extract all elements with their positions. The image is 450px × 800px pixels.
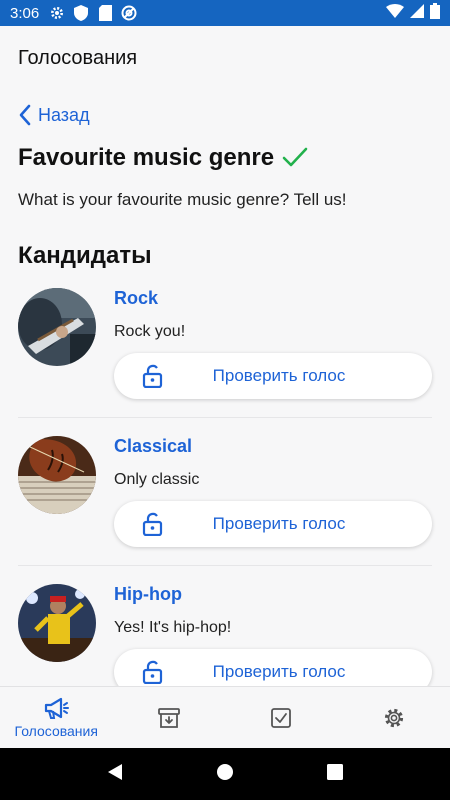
battery-icon bbox=[430, 3, 440, 23]
unlock-icon bbox=[142, 660, 166, 684]
archive-icon bbox=[157, 707, 180, 728]
megaphone-icon bbox=[45, 697, 70, 719]
poll-title: Favourite music genre bbox=[18, 144, 275, 171]
candidate-name: Rock bbox=[114, 288, 159, 308]
unlock-icon bbox=[142, 512, 166, 536]
candidate-avatar bbox=[18, 288, 96, 366]
status-bar: 3:06 bbox=[0, 0, 450, 26]
back-triangle-icon[interactable] bbox=[106, 763, 124, 786]
poll-description: What is your favourite music genre? Tell… bbox=[18, 190, 347, 209]
nav-label-votes: Голосования bbox=[14, 722, 98, 739]
nav-item-votes[interactable]: Голосования bbox=[0, 687, 113, 748]
candidate-name: Classical bbox=[114, 436, 193, 456]
candidates-heading: Кандидаты bbox=[18, 242, 152, 269]
candidate-avatar bbox=[18, 436, 96, 514]
candidate-item: Hip-hop Yes! It's hip-hop! Проверить гол… bbox=[18, 566, 432, 686]
status-time: 3:06 bbox=[10, 4, 40, 22]
candidate-description: Yes! It's hip-hop! bbox=[114, 619, 232, 636]
nav-item-settings[interactable] bbox=[338, 687, 450, 748]
back-label: Назад bbox=[38, 104, 90, 125]
bottom-navigation: Голосования bbox=[0, 686, 450, 748]
sd-card-icon bbox=[95, 4, 115, 22]
checkmark-icon bbox=[282, 147, 308, 169]
chevron-left-icon bbox=[19, 104, 31, 126]
system-navigation-bar bbox=[0, 748, 450, 800]
shield-icon bbox=[71, 4, 91, 22]
poll-title-row: Favourite music genre bbox=[18, 144, 432, 172]
nav-item-archive[interactable] bbox=[113, 687, 226, 748]
app-bar-title: Голосования bbox=[18, 46, 138, 69]
gear-icon bbox=[47, 4, 67, 22]
candidate-name: Hip-hop bbox=[114, 584, 182, 604]
candidate-avatar bbox=[18, 584, 96, 662]
app-bar: Голосования bbox=[0, 26, 450, 90]
home-circle-icon[interactable] bbox=[216, 763, 234, 786]
candidate-list: Rock Rock you! Проверить голос Classical… bbox=[18, 270, 432, 686]
nav-item-my-votes[interactable] bbox=[225, 687, 338, 748]
recents-square-icon[interactable] bbox=[326, 763, 344, 786]
checkbox-icon bbox=[271, 707, 292, 728]
wifi-icon bbox=[386, 4, 404, 22]
verify-vote-label: Проверить голос bbox=[212, 662, 346, 681]
candidate-item: Classical Only classic Проверить голос bbox=[18, 418, 432, 566]
back-button[interactable]: Назад bbox=[18, 102, 432, 128]
verify-vote-button[interactable]: Проверить голос bbox=[114, 501, 432, 547]
signal-icon bbox=[410, 4, 424, 22]
candidate-description: Rock you! bbox=[114, 323, 186, 340]
at-sign-icon bbox=[119, 4, 139, 22]
main-content[interactable]: Назад Favourite music genre What is your… bbox=[0, 90, 450, 686]
candidate-item: Rock Rock you! Проверить голос bbox=[18, 270, 432, 418]
gear-icon bbox=[384, 708, 403, 727]
verify-vote-label: Проверить голос bbox=[212, 366, 346, 385]
unlock-icon bbox=[142, 364, 166, 388]
verify-vote-button[interactable]: Проверить голос bbox=[114, 649, 432, 686]
verify-vote-label: Проверить голос bbox=[212, 514, 346, 533]
candidate-description: Only classic bbox=[114, 471, 200, 488]
verify-vote-button[interactable]: Проверить голос bbox=[114, 353, 432, 399]
